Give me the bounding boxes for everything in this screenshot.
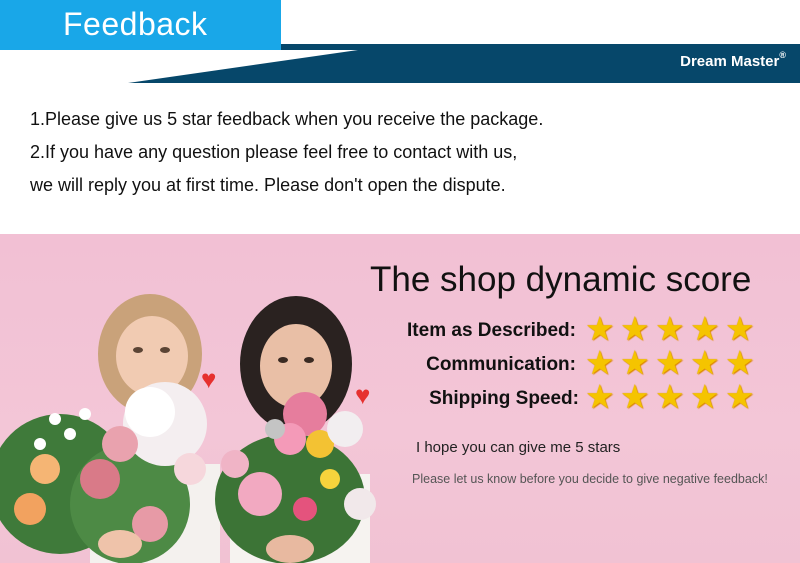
star-icon: ★	[655, 310, 685, 347]
brand-name: Dream Master®	[680, 50, 786, 70]
star-icon: ★	[725, 378, 755, 415]
note-line-3: we will reply you at first time. Please …	[30, 175, 506, 195]
star-icon: ★	[690, 344, 720, 381]
feedback-title: Feedback	[63, 6, 208, 42]
star-icon: ★	[585, 344, 615, 381]
rating-row-communication: Communication: ★ ★ ★ ★ ★	[0, 344, 800, 381]
hope-text: I hope you can give me 5 stars	[416, 439, 621, 456]
rating-label: Item as Described:	[407, 320, 576, 341]
note-line-1: 1.Please give us 5 star feedback when yo…	[30, 109, 544, 129]
rating-label: Communication:	[426, 354, 576, 375]
star-icon: ★	[620, 310, 650, 347]
note-line-2: 2.If you have any question please feel f…	[30, 142, 518, 162]
rating-row-shipping-speed: Shipping Speed: ★ ★ ★ ★ ★	[0, 378, 800, 415]
brand-text: Dream Master	[680, 53, 780, 70]
disclaimer-text: Please let us know before you decide to …	[412, 472, 768, 486]
star-icon: ★	[620, 378, 650, 415]
band-diagonal	[128, 50, 358, 83]
star-icon: ★	[690, 378, 720, 415]
star-icon: ★	[620, 344, 650, 381]
star-rating: ★ ★ ★ ★ ★	[585, 310, 755, 347]
feedback-tab: Feedback	[0, 0, 281, 50]
rating-label: Shipping Speed:	[429, 388, 579, 409]
feedback-header-section: Feedback Dream Master® 1.Please give us …	[0, 0, 800, 234]
star-icon: ★	[585, 378, 615, 415]
star-rating: ★ ★ ★ ★ ★	[585, 378, 755, 415]
star-icon: ★	[585, 310, 615, 347]
star-icon: ★	[655, 378, 685, 415]
shop-score-banner: ♥ ♥ The shop dynamic score Item as Descr…	[0, 234, 800, 563]
star-icon: ★	[690, 310, 720, 347]
star-icon: ★	[725, 310, 755, 347]
star-icon: ★	[655, 344, 685, 381]
star-icon: ★	[725, 344, 755, 381]
score-title: The shop dynamic score	[370, 260, 752, 299]
registered-mark: ®	[779, 50, 786, 60]
star-rating: ★ ★ ★ ★ ★	[585, 344, 755, 381]
rating-row-item-described: Item as Described: ★ ★ ★ ★ ★	[0, 310, 800, 347]
